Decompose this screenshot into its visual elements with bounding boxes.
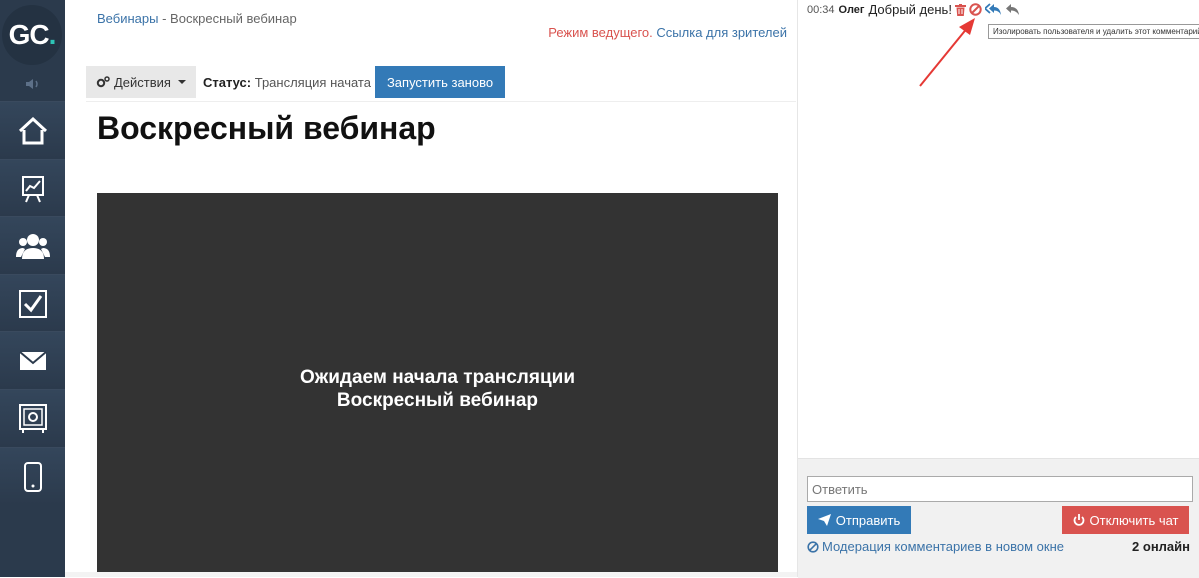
- toolbar: Действия Статус: Трансляция начата Запус…: [86, 66, 506, 98]
- sidebar-item-messages[interactable]: [0, 331, 65, 389]
- checkbox-icon: [18, 289, 47, 318]
- reply-all-icon[interactable]: [984, 3, 1002, 16]
- moderation-link-label: Модерация комментариев в новом окне: [822, 539, 1064, 554]
- sidebar-item-statistics[interactable]: [0, 159, 65, 217]
- status-label: Статус:: [202, 74, 252, 90]
- status-value: Трансляция начата: [254, 74, 371, 90]
- divider: [86, 101, 796, 102]
- safe-icon: [18, 403, 47, 433]
- breadcrumb-separator: -: [162, 11, 167, 26]
- home-icon: [18, 116, 47, 144]
- page-title: Воскресный вебинар: [97, 110, 436, 146]
- message-text: Добрый день!: [868, 2, 952, 17]
- sidebar-item-users[interactable]: [0, 216, 65, 274]
- sidebar-footer: [0, 505, 65, 577]
- video-player[interactable]: Ожидаем начала трансляции Воскресный веб…: [97, 193, 778, 577]
- disable-chat-button[interactable]: Отключить чат: [1062, 506, 1189, 534]
- mail-icon: [18, 350, 47, 370]
- restart-button[interactable]: Запустить заново: [374, 66, 506, 98]
- message-actions: [954, 3, 1020, 16]
- paper-plane-icon: [817, 514, 831, 526]
- logo[interactable]: GC.: [2, 5, 62, 65]
- reply-input[interactable]: [807, 476, 1193, 502]
- logo-dot: .: [48, 19, 57, 50]
- disable-chat-label: Отключить чат: [1089, 512, 1179, 528]
- users-icon: [15, 233, 50, 259]
- gears-icon: [96, 76, 110, 88]
- player-webinar-title: Воскресный вебинар: [336, 389, 539, 411]
- sidebar-item-mobile[interactable]: [0, 447, 65, 505]
- trash-icon[interactable]: [954, 3, 966, 16]
- chart-icon: [21, 175, 44, 202]
- send-label: Отправить: [835, 512, 901, 528]
- moderation-link[interactable]: Модерация комментариев в новом окне: [807, 539, 1064, 554]
- mode-line: Режим ведущего. Ссылка для зрителей: [548, 25, 787, 40]
- actions-dropdown[interactable]: Действия: [86, 66, 196, 98]
- player-message: Ожидаем начала трансляции Воскресный веб…: [300, 366, 575, 412]
- message-author[interactable]: Олег: [839, 4, 865, 16]
- ban-icon[interactable]: [969, 3, 982, 16]
- chat-panel: 00:34 Олег Добрый день! Изолировать поль: [797, 0, 1199, 578]
- caret-down-icon: [177, 80, 186, 84]
- online-count: 2 онлайн: [1132, 539, 1190, 554]
- sidebar-item-sales[interactable]: [0, 389, 65, 447]
- sidebar: GC.: [0, 0, 65, 577]
- chat-footer: Отправить Отключить чат Модерация коммен…: [798, 458, 1199, 578]
- breadcrumb-current: Воскресный вебинар: [170, 11, 297, 26]
- reply-icon[interactable]: [1005, 3, 1020, 16]
- status: Статус: Трансляция начата: [203, 75, 371, 90]
- logo-text: GC: [8, 19, 50, 50]
- mobile-icon: [23, 461, 42, 492]
- breadcrumb-webinars-link[interactable]: Вебинары: [97, 11, 158, 26]
- viewers-link[interactable]: Ссылка для зрителей: [656, 25, 787, 40]
- page-bottom-strip: [65, 572, 797, 577]
- sound-icon[interactable]: [0, 68, 65, 100]
- ban-icon: [807, 540, 819, 553]
- host-mode-label: Режим ведущего.: [548, 25, 653, 40]
- actions-label: Действия: [114, 74, 171, 90]
- sidebar-item-home[interactable]: [0, 101, 65, 159]
- send-button[interactable]: Отправить: [807, 506, 911, 534]
- sidebar-item-tasks[interactable]: [0, 274, 65, 332]
- chat-message: 00:34 Олег Добрый день!: [807, 2, 1020, 17]
- player-status-text: Ожидаем начала трансляции: [299, 366, 575, 388]
- breadcrumb: Вебинары - Воскресный вебинар: [97, 11, 297, 26]
- message-time: 00:34: [807, 3, 835, 16]
- tooltip: Изолировать пользователя и удалить этот …: [988, 24, 1199, 39]
- power-icon: [1073, 514, 1084, 526]
